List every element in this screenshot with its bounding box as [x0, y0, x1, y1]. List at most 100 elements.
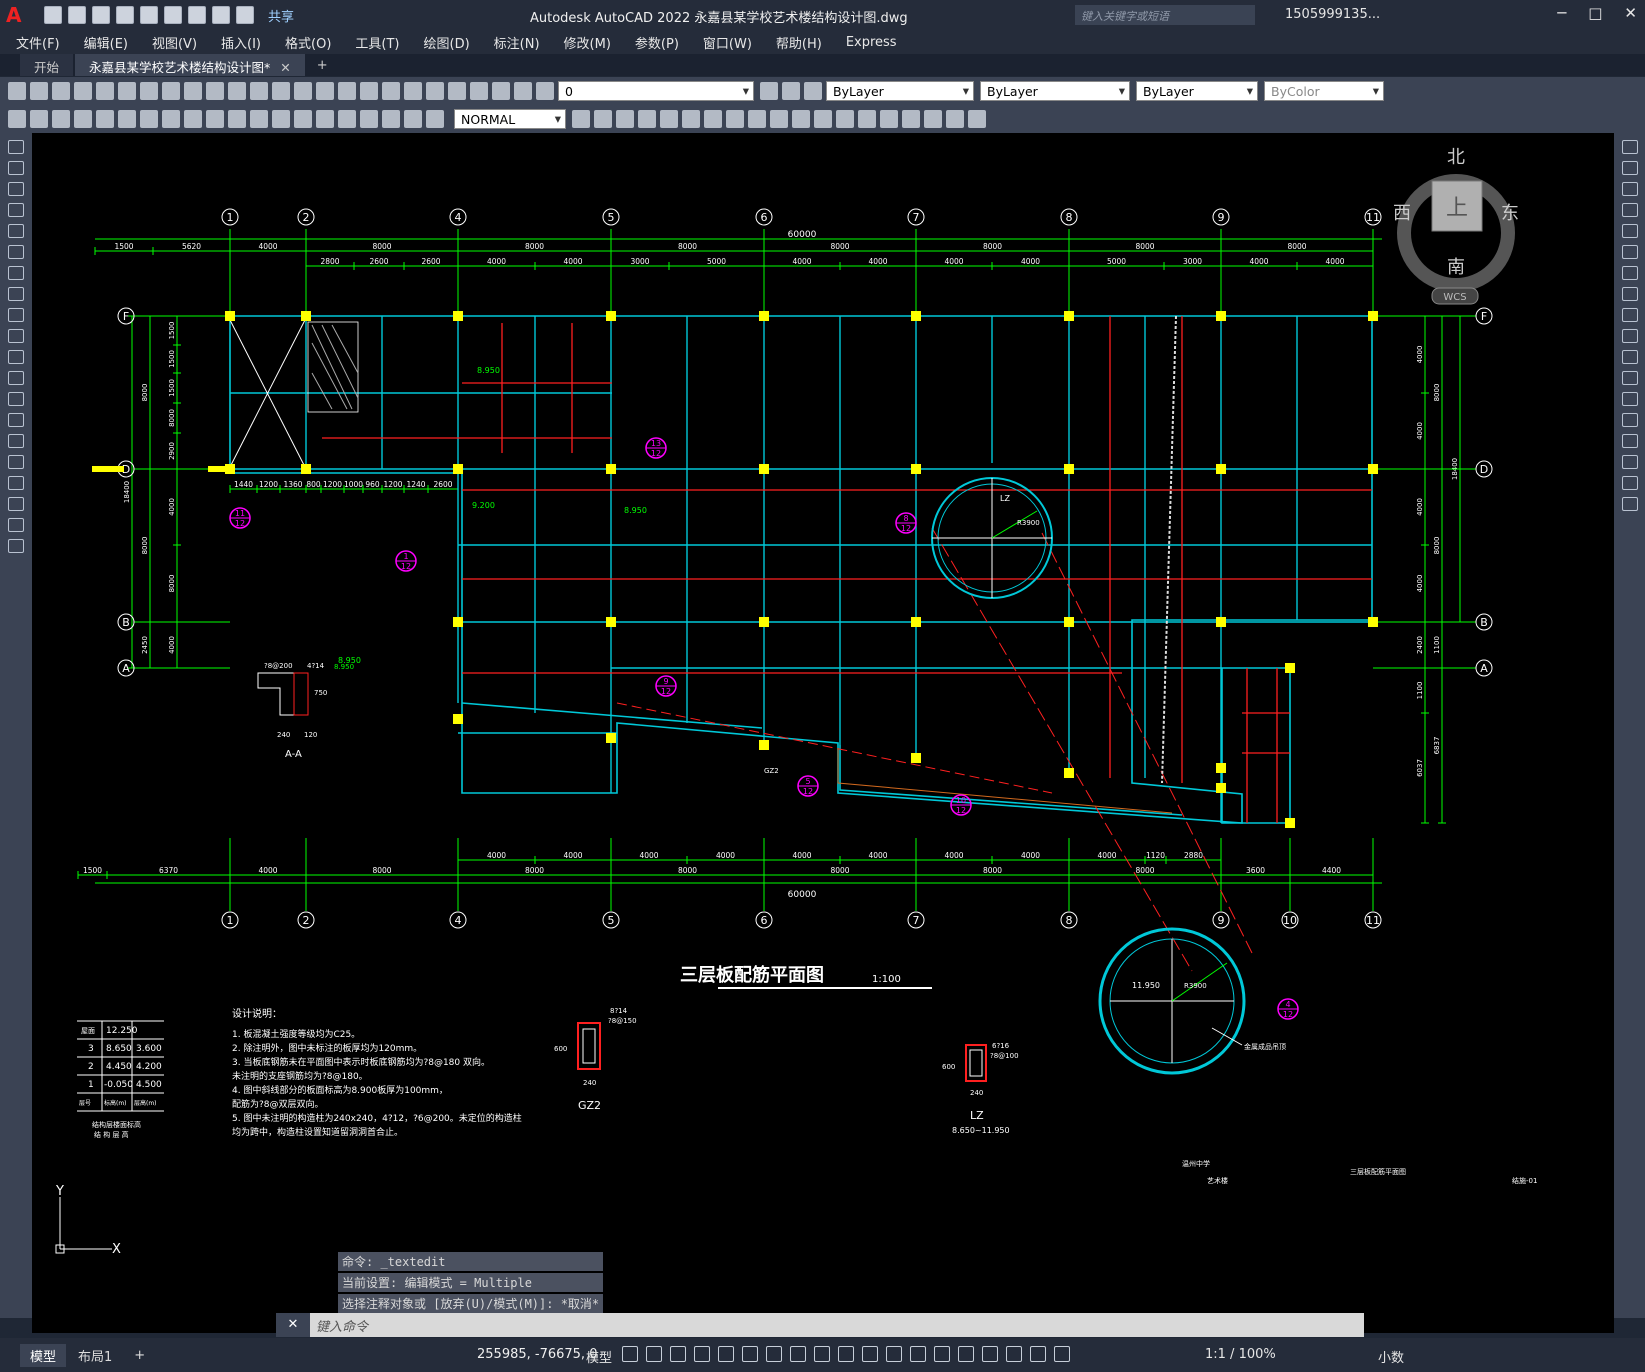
new-tab-button[interactable]: + — [307, 55, 338, 76]
layer-properties-icon[interactable] — [760, 82, 778, 100]
viewcube-top[interactable]: 上 — [1446, 196, 1468, 221]
autocad-logo-icon[interactable]: A — [6, 3, 30, 27]
fillet-icon[interactable] — [1622, 455, 1638, 469]
save-icon[interactable] — [52, 82, 70, 100]
open-icon[interactable] — [30, 82, 48, 100]
tolerance-icon[interactable] — [294, 110, 312, 128]
selection-cycling-icon[interactable] — [886, 1346, 902, 1362]
tab-close-icon[interactable]: ✕ — [280, 60, 290, 75]
properties-icon[interactable] — [360, 82, 378, 100]
maximize-button[interactable]: □ — [1588, 4, 1602, 22]
ucs-icon[interactable] — [968, 110, 986, 128]
grid-icon[interactable] — [622, 1346, 638, 1362]
dim-jogged-icon[interactable] — [118, 110, 136, 128]
menu-parametric[interactable]: 参数(P) — [635, 33, 679, 52]
stretch-icon[interactable] — [638, 110, 656, 128]
menu-dimension[interactable]: 标注(N) — [494, 33, 540, 52]
menu-tools[interactable]: 工具(T) — [355, 33, 399, 52]
inspection-icon[interactable] — [338, 110, 356, 128]
stretch-icon[interactable] — [1622, 308, 1638, 322]
menu-modify[interactable]: 修改(M) — [564, 33, 611, 52]
zoom-previous-icon[interactable] — [338, 82, 356, 100]
offset-icon[interactable] — [1622, 203, 1638, 217]
new-icon[interactable] — [8, 82, 26, 100]
paste-icon[interactable] — [184, 82, 202, 100]
dim-ordinate-icon[interactable] — [74, 110, 92, 128]
color-dropdown[interactable]: ByLayer — [826, 81, 974, 101]
print-icon[interactable] — [74, 82, 92, 100]
layer-lock-icon[interactable] — [536, 82, 554, 100]
web-open-icon[interactable] — [140, 6, 158, 24]
view-cube[interactable]: 上 北 南 东 西 WCS — [1393, 147, 1519, 305]
ortho-icon[interactable] — [718, 1346, 734, 1362]
plot-icon[interactable] — [188, 6, 206, 24]
trim-icon[interactable] — [1622, 329, 1638, 343]
arc-icon[interactable] — [8, 245, 24, 259]
menu-file[interactable]: 文件(F) — [16, 33, 60, 52]
plotstyle-dropdown[interactable]: ByColor — [1264, 81, 1384, 101]
object-snap-tracking-icon[interactable] — [790, 1346, 806, 1362]
blend-curves-icon[interactable] — [1622, 476, 1638, 490]
dim-update-icon[interactable] — [426, 110, 444, 128]
make-block-icon[interactable] — [8, 392, 24, 406]
gradient-icon[interactable] — [8, 455, 24, 469]
insert-block-icon[interactable] — [8, 371, 24, 385]
dim-baseline-icon[interactable] — [206, 110, 224, 128]
block-icon[interactable] — [858, 110, 876, 128]
annotation-scale-dropdown[interactable]: 1:1 / 100% — [1205, 1347, 1276, 1362]
share-button[interactable]: 共享 — [268, 6, 294, 25]
auto-scale-icon[interactable] — [1030, 1346, 1046, 1362]
dimstyle-dropdown[interactable]: NORMAL — [454, 109, 566, 129]
add-selected-icon[interactable] — [8, 539, 24, 553]
lineweight-icon[interactable] — [838, 1346, 854, 1362]
dim-continue-icon[interactable] — [228, 110, 246, 128]
polyline-icon[interactable] — [8, 182, 24, 196]
mirror-icon[interactable] — [1622, 182, 1638, 196]
line-icon[interactable] — [8, 140, 24, 154]
polygon-icon[interactable] — [8, 203, 24, 217]
3d-osnap-icon[interactable] — [910, 1346, 926, 1362]
dim-space-icon[interactable] — [250, 110, 268, 128]
dim-text-edit-icon[interactable] — [404, 110, 422, 128]
polar-icon[interactable] — [742, 1346, 758, 1362]
extend-icon[interactable] — [1622, 350, 1638, 364]
offset-icon[interactable] — [836, 110, 854, 128]
xref-icon[interactable] — [924, 110, 942, 128]
snap-icon[interactable] — [646, 1346, 662, 1362]
match-properties-icon[interactable] — [206, 82, 224, 100]
command-close-icon[interactable]: ✕ — [276, 1313, 310, 1337]
point-icon[interactable] — [8, 413, 24, 427]
hatch-icon[interactable] — [8, 434, 24, 448]
menu-help[interactable]: 帮助(H) — [776, 33, 822, 52]
model-space-toggle[interactable]: 模型 — [586, 1347, 612, 1366]
open-file-icon[interactable] — [68, 6, 86, 24]
dim-aligned-icon[interactable] — [30, 110, 48, 128]
menu-edit[interactable]: 编辑(E) — [84, 33, 128, 52]
center-mark-icon[interactable] — [316, 110, 334, 128]
menu-insert[interactable]: 插入(I) — [221, 33, 261, 52]
web-save-icon[interactable] — [164, 6, 182, 24]
close-button[interactable]: ✕ — [1624, 4, 1637, 22]
break-point-icon[interactable] — [1622, 371, 1638, 385]
dim-quick-icon[interactable] — [184, 110, 202, 128]
trim-icon[interactable] — [748, 110, 766, 128]
tab-drawing[interactable]: 永嘉县某学校艺术楼结构设计图* ✕ — [75, 54, 305, 76]
zoom-window-icon[interactable] — [316, 82, 334, 100]
menu-window[interactable]: 窗口(W) — [703, 33, 752, 52]
viewcube-east[interactable]: 东 — [1501, 203, 1519, 224]
lineweight-dropdown[interactable]: ByLayer — [1136, 81, 1258, 101]
attribute-icon[interactable] — [902, 110, 920, 128]
dim-arc-icon[interactable] — [52, 110, 70, 128]
wcs-menu[interactable]: WCS — [1443, 292, 1466, 303]
menu-express[interactable]: Express — [846, 35, 897, 50]
annotation-visibility-icon[interactable] — [1006, 1346, 1022, 1362]
menu-format[interactable]: 格式(O) — [285, 33, 331, 52]
explode-icon[interactable] — [814, 110, 832, 128]
scale-icon[interactable] — [704, 110, 722, 128]
mirror-icon[interactable] — [682, 110, 700, 128]
ellipse-arc-icon[interactable] — [8, 350, 24, 364]
publish-icon[interactable] — [118, 82, 136, 100]
viewcube-west[interactable]: 西 — [1393, 203, 1411, 224]
move-icon[interactable] — [594, 110, 612, 128]
jogged-linear-icon[interactable] — [360, 110, 378, 128]
